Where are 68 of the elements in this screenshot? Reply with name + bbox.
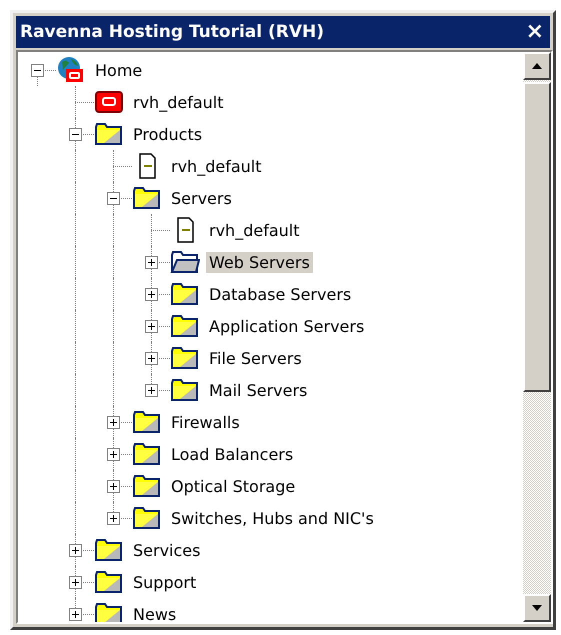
folder-icon <box>94 538 124 562</box>
expand-button[interactable] <box>69 544 82 557</box>
expand-button[interactable] <box>69 608 82 621</box>
plus-icon <box>70 577 81 588</box>
collapse-button[interactable] <box>107 192 120 205</box>
collapse-button[interactable] <box>31 64 44 77</box>
folder-icon <box>132 442 162 466</box>
up-arrow-icon <box>532 63 542 69</box>
tree-item[interactable]: rvh_default <box>130 92 226 112</box>
folder-icon <box>132 506 162 530</box>
globe-icon <box>56 56 86 84</box>
plus-icon <box>70 545 81 556</box>
folder-icon <box>94 602 124 622</box>
scroll-up-button[interactable] <box>523 52 551 80</box>
tree-item[interactable]: Optical Storage <box>168 476 298 496</box>
plus-icon <box>146 289 157 300</box>
plus-icon <box>108 417 119 428</box>
expand-button[interactable] <box>107 416 120 429</box>
tree-item[interactable]: Home <box>92 60 146 80</box>
plus-icon <box>146 385 157 396</box>
tree-item[interactable]: Application Servers <box>206 316 368 336</box>
folder-icon <box>132 474 162 498</box>
folder-icon <box>170 346 200 370</box>
folder-icon <box>94 122 124 146</box>
tree-item[interactable]: Mail Servers <box>206 380 310 400</box>
plus-icon <box>146 353 157 364</box>
tree-item[interactable]: rvh_default <box>168 156 264 176</box>
tree-item[interactable]: Web Servers <box>206 252 313 272</box>
application-icon <box>94 90 124 114</box>
tree-item[interactable]: File Servers <box>206 348 305 368</box>
tree-item[interactable]: Services <box>130 540 204 560</box>
tree-item[interactable]: rvh_default <box>206 220 302 240</box>
plus-icon <box>146 257 157 268</box>
tree-item[interactable]: Database Servers <box>206 284 354 304</box>
folder-icon <box>170 378 200 402</box>
expand-button[interactable] <box>107 512 120 525</box>
expand-button[interactable] <box>107 448 120 461</box>
folder-icon <box>132 186 162 210</box>
tree-item[interactable]: Products <box>130 124 206 144</box>
tree-item[interactable]: Switches, Hubs and NIC's <box>168 508 377 528</box>
expand-button[interactable] <box>107 480 120 493</box>
close-button[interactable]: × <box>526 21 544 43</box>
tree-item[interactable]: Servers <box>168 188 235 208</box>
plus-icon <box>108 481 119 492</box>
folder-icon <box>170 282 200 306</box>
folder-icon <box>170 314 200 338</box>
window-title: Ravenna Hosting Tutorial (RVH) <box>20 22 324 42</box>
expand-button[interactable] <box>145 352 158 365</box>
tree-item[interactable]: Firewalls <box>168 412 243 432</box>
tree-item[interactable]: News <box>130 604 180 622</box>
open-folder-icon <box>170 250 200 274</box>
plus-icon <box>70 609 81 620</box>
expand-button[interactable] <box>145 320 158 333</box>
collapse-button[interactable] <box>69 128 82 141</box>
plus-icon <box>108 513 119 524</box>
scroll-down-button[interactable] <box>523 594 551 622</box>
expand-button[interactable] <box>145 384 158 397</box>
scroll-thumb[interactable] <box>523 82 551 392</box>
down-arrow-icon <box>532 605 542 611</box>
plus-icon <box>108 449 119 460</box>
tree-item[interactable]: Load Balancers <box>168 444 296 464</box>
expand-button[interactable] <box>69 576 82 589</box>
folder-icon <box>132 410 162 434</box>
expand-button[interactable] <box>145 256 158 269</box>
folder-icon <box>94 570 124 594</box>
plus-icon <box>146 321 157 332</box>
tree-item[interactable]: Support <box>130 572 200 592</box>
expand-button[interactable] <box>145 288 158 301</box>
